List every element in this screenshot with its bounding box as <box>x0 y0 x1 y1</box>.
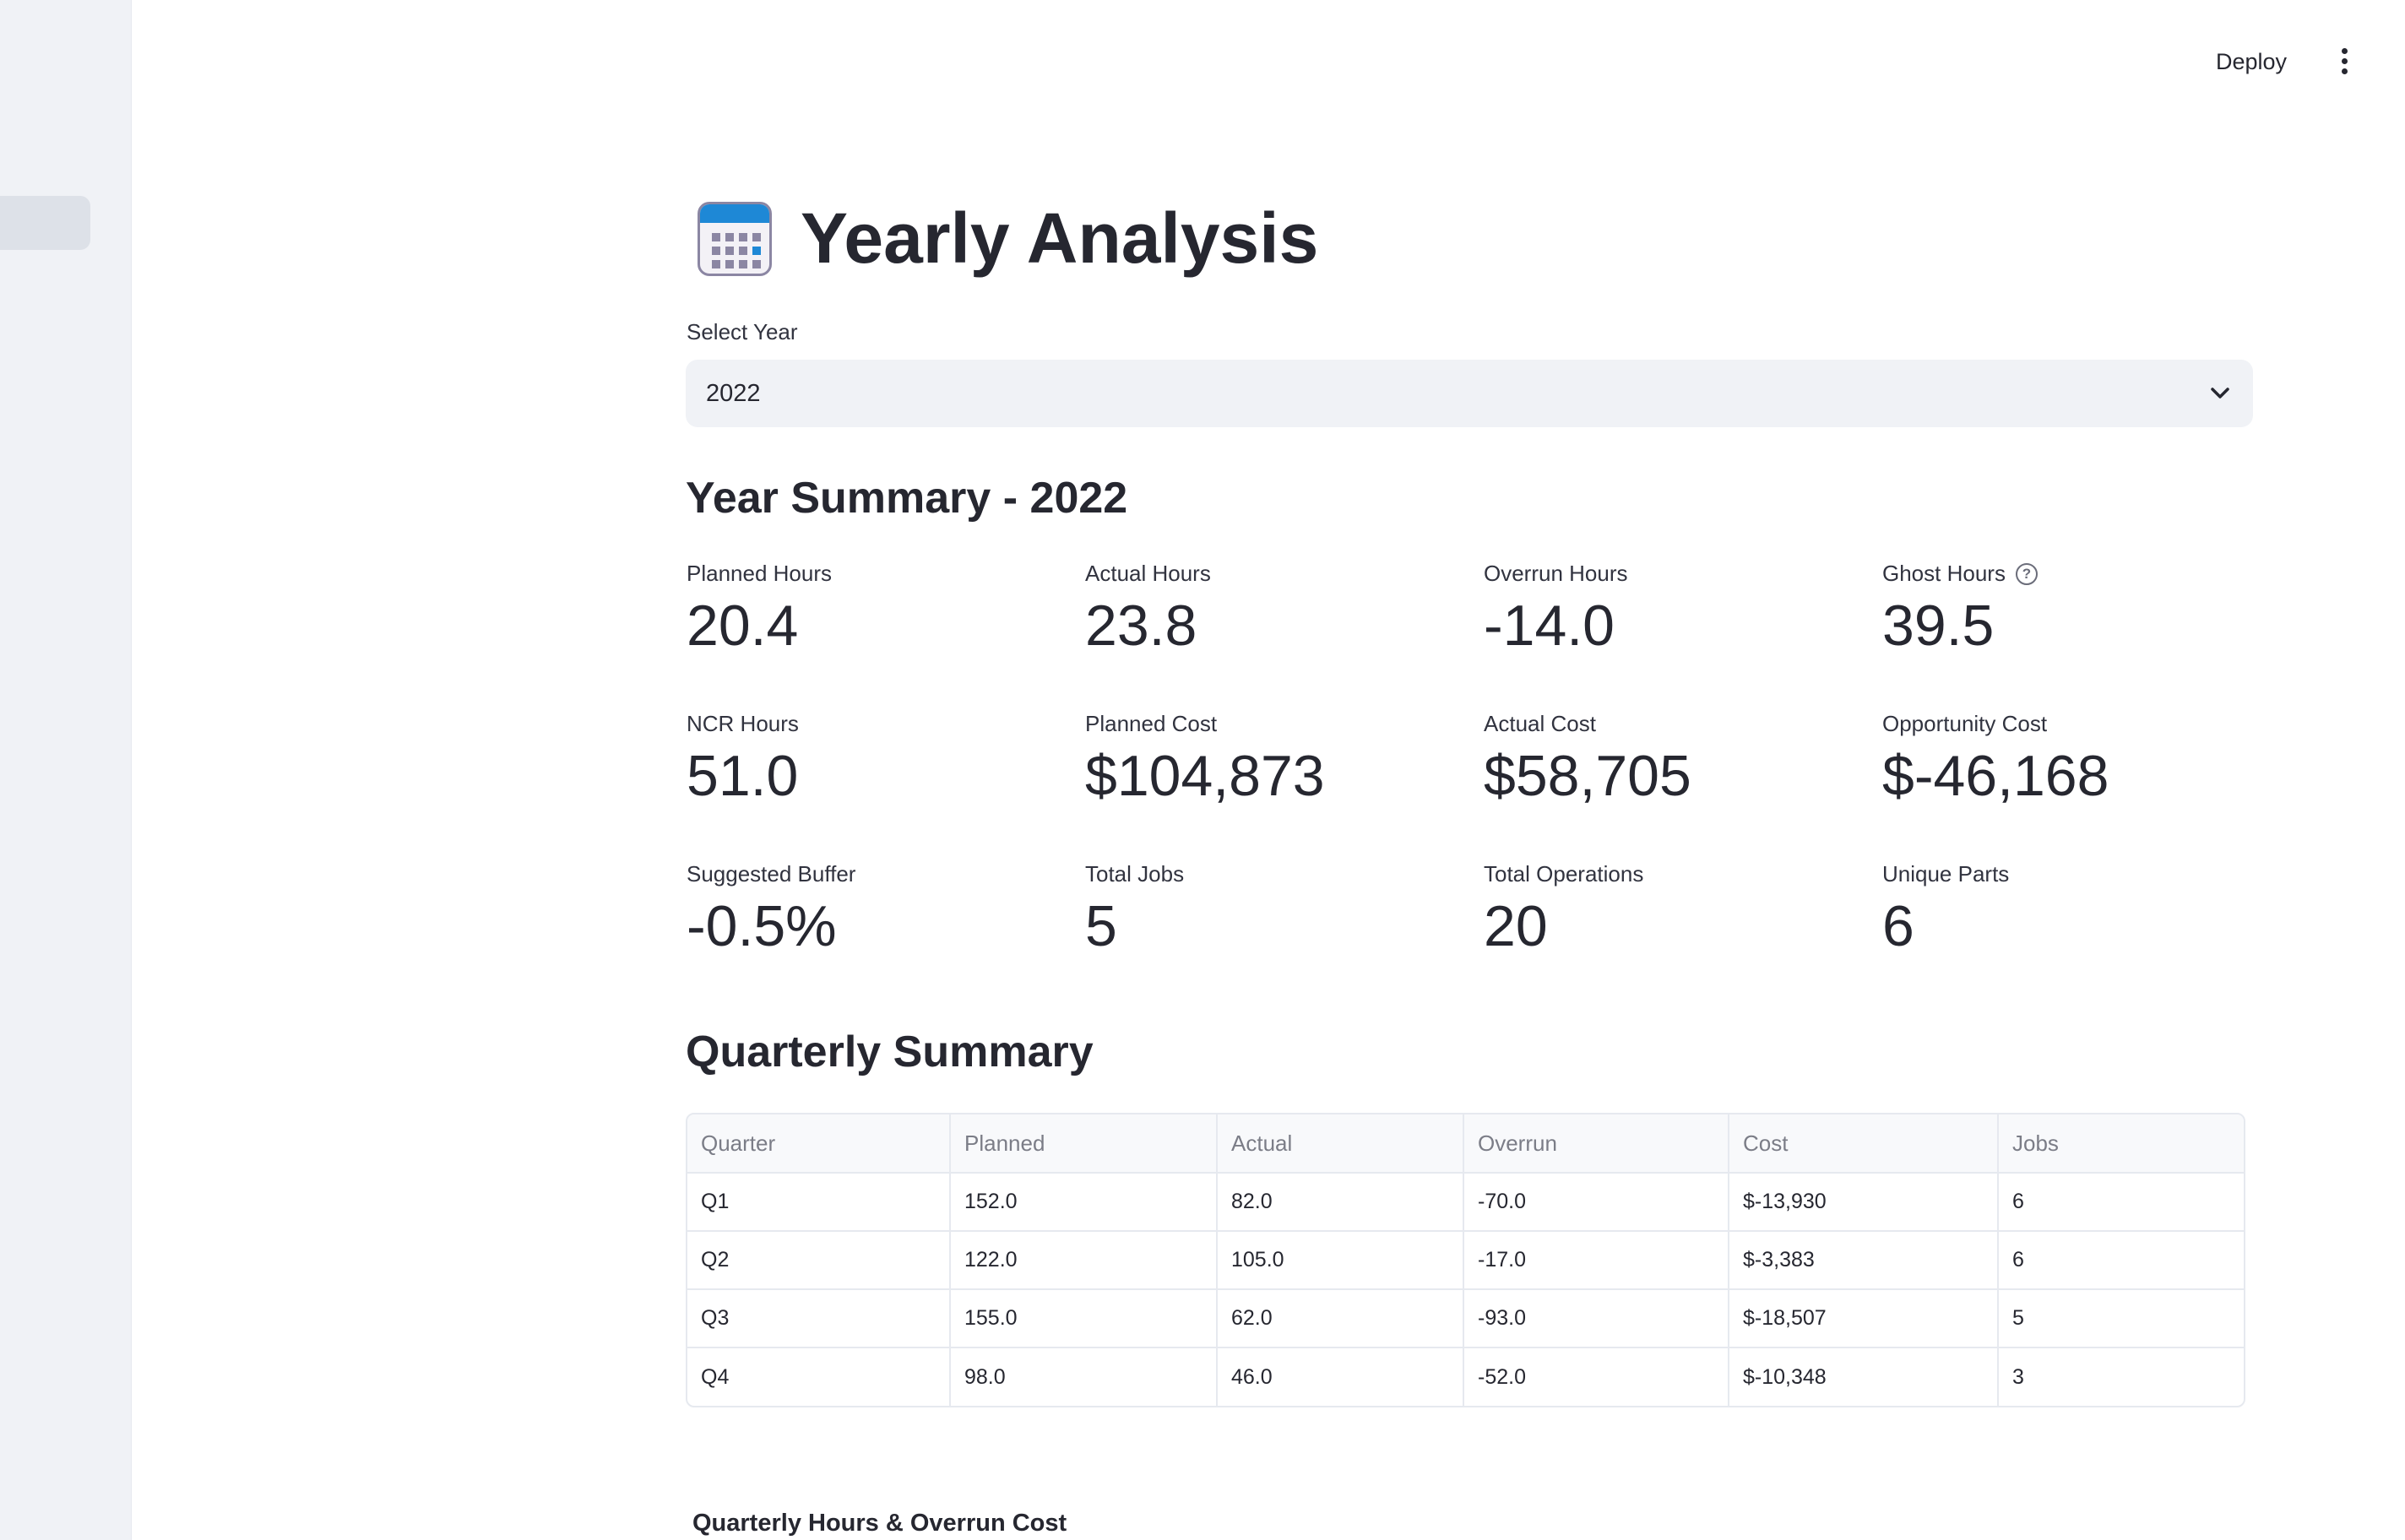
table-cell[interactable]: Q4 <box>687 1348 951 1406</box>
metric-unique-parts: Unique Parts 6 <box>1882 861 2271 955</box>
year-summary-heading: Year Summary - 2022 <box>686 474 1128 523</box>
table-cell[interactable]: 105.0 <box>1217 1231 1464 1290</box>
metric-label: Total Operations <box>1484 861 1644 887</box>
table-row: Q1 152.0 82.0 -70.0 $-13,930 6 <box>687 1173 2244 1232</box>
metric-label: Opportunity Cost <box>1882 711 2048 736</box>
metric-total-jobs: Total Jobs 5 <box>1085 861 1474 955</box>
metric-value: $104,873 <box>1085 744 1325 808</box>
column-header[interactable]: Planned <box>950 1114 1218 1174</box>
help-icon[interactable]: ? <box>2015 562 2038 585</box>
table-header-row: Quarter Planned Actual Overrun Cost Jobs <box>687 1114 2244 1174</box>
metric-ncr-hours: NCR Hours 51.0 <box>687 711 1075 805</box>
sidebar-nav-item[interactable] <box>0 196 90 250</box>
table-cell[interactable]: $-18,507 <box>1729 1289 1999 1348</box>
metric-suggested-buffer: Suggested Buffer -0.5% <box>687 861 1075 955</box>
quarterly-summary-heading: Quarterly Summary <box>686 1028 1094 1076</box>
metric-total-operations: Total Operations 20 <box>1484 861 1872 955</box>
metric-label: Actual Hours <box>1085 561 1211 586</box>
column-header[interactable]: Quarter <box>687 1114 951 1174</box>
year-select-value: 2022 <box>706 379 761 407</box>
metric-value: 20 <box>1484 894 1548 958</box>
table-row: Q4 98.0 46.0 -52.0 $-10,348 3 <box>687 1348 2244 1406</box>
table-cell[interactable]: 3 <box>1998 1348 2244 1406</box>
metric-label: Planned Cost <box>1085 711 1218 736</box>
table-cell[interactable]: Q2 <box>687 1231 951 1290</box>
table-cell[interactable]: 62.0 <box>1217 1289 1464 1348</box>
table-cell[interactable]: $-10,348 <box>1729 1348 1999 1406</box>
metric-planned-cost: Planned Cost $104,873 <box>1085 711 1474 805</box>
table-cell[interactable]: -52.0 <box>1463 1348 1729 1406</box>
metric-label-text: Ghost Hours <box>1882 561 2006 586</box>
table-cell[interactable]: 155.0 <box>950 1289 1218 1348</box>
metric-label: Overrun Hours <box>1484 561 1628 586</box>
metric-value: 20.4 <box>687 594 799 658</box>
table-cell[interactable]: 5 <box>1998 1289 2244 1348</box>
metric-actual-hours: Actual Hours 23.8 <box>1085 561 1474 654</box>
deploy-button[interactable]: Deploy <box>2204 42 2299 82</box>
column-header[interactable]: Overrun <box>1463 1114 1729 1174</box>
calendar-icon <box>698 201 772 276</box>
metric-ghost-hours: Ghost Hours ? 39.5 <box>1882 561 2271 654</box>
metric-planned-hours: Planned Hours 20.4 <box>687 561 1075 654</box>
table-cell[interactable]: 98.0 <box>950 1348 1218 1406</box>
metric-label: Total Jobs <box>1085 861 1185 887</box>
table-cell[interactable]: Q3 <box>687 1289 951 1348</box>
table-row: Q2 122.0 105.0 -17.0 $-3,383 6 <box>687 1231 2244 1290</box>
table-cell[interactable]: -93.0 <box>1463 1289 1729 1348</box>
table-cell[interactable]: -70.0 <box>1463 1173 1729 1232</box>
metric-value: -14.0 <box>1484 594 1615 658</box>
page-header: Yearly Analysis <box>698 198 1318 279</box>
table-cell[interactable]: 6 <box>1998 1231 2244 1290</box>
metric-actual-cost: Actual Cost $58,705 <box>1484 711 1872 805</box>
metric-value: 5 <box>1085 894 1117 958</box>
chevron-down-icon <box>2207 381 2233 406</box>
metric-label: Ghost Hours ? <box>1882 561 2271 587</box>
chart-title: Quarterly Hours & Overrun Cost <box>692 1510 1067 1537</box>
quarterly-table[interactable]: Quarter Planned Actual Overrun Cost Jobs… <box>686 1113 2245 1407</box>
metric-label: Actual Cost <box>1484 711 1596 736</box>
table-cell[interactable]: -17.0 <box>1463 1231 1729 1290</box>
metric-value: 6 <box>1882 894 1914 958</box>
metric-overrun-hours: Overrun Hours -14.0 <box>1484 561 1872 654</box>
table-cell[interactable]: 82.0 <box>1217 1173 1464 1232</box>
metric-value: $-46,168 <box>1882 744 2109 808</box>
table-cell[interactable]: Q1 <box>687 1173 951 1232</box>
table-cell[interactable]: 46.0 <box>1217 1348 1464 1406</box>
page-title: Yearly Analysis <box>801 198 1319 278</box>
column-header[interactable]: Actual <box>1217 1114 1464 1174</box>
column-header[interactable]: Jobs <box>1998 1114 2244 1174</box>
metric-value: 23.8 <box>1085 594 1197 658</box>
table-cell[interactable]: 152.0 <box>950 1173 1218 1232</box>
table-row: Q3 155.0 62.0 -93.0 $-18,507 5 <box>687 1289 2244 1348</box>
table-cell[interactable]: 6 <box>1998 1173 2244 1232</box>
table-cell[interactable]: 122.0 <box>950 1231 1218 1290</box>
metric-label: Planned Hours <box>687 561 832 586</box>
metric-label: Suggested Buffer <box>687 861 856 887</box>
table-cell[interactable]: $-3,383 <box>1729 1231 1999 1290</box>
metric-opportunity-cost: Opportunity Cost $-46,168 <box>1882 711 2271 805</box>
table-cell[interactable]: $-13,930 <box>1729 1173 1999 1232</box>
metric-label: NCR Hours <box>687 711 799 736</box>
year-select[interactable]: 2022 <box>686 360 2253 427</box>
metric-value: -0.5% <box>687 894 837 958</box>
metric-value: 51.0 <box>687 744 799 808</box>
metric-value: 39.5 <box>1882 594 1995 658</box>
column-header[interactable]: Cost <box>1729 1114 1999 1174</box>
sidebar <box>0 0 132 1540</box>
year-select-label: Select Year <box>687 319 798 344</box>
metric-label: Unique Parts <box>1882 861 2010 887</box>
metric-value: $58,705 <box>1484 744 1691 808</box>
vertical-ellipsis-icon[interactable] <box>2327 44 2361 78</box>
